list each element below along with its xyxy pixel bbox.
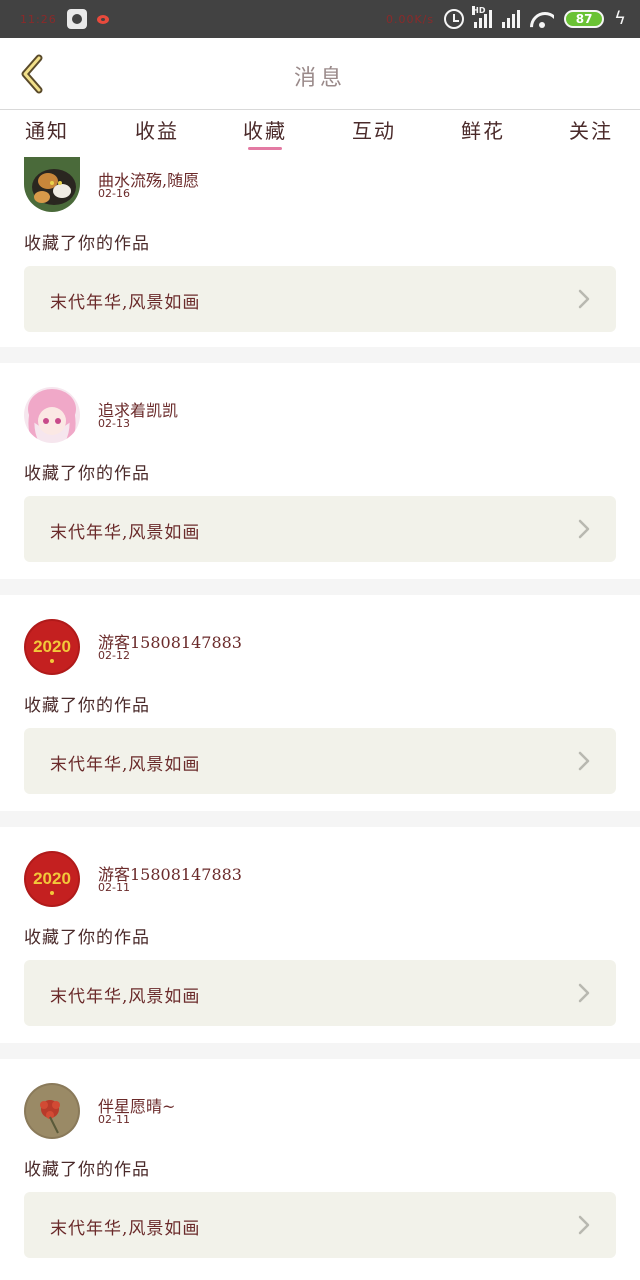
status-time: 11:26 xyxy=(20,12,57,26)
action-text: 收藏了你的作品 xyxy=(24,464,150,484)
signal-icon xyxy=(502,10,521,28)
action-text: 收藏了你的作品 xyxy=(24,928,150,948)
date: 02-13 xyxy=(98,417,130,430)
header: 消息 xyxy=(0,38,640,110)
chevron-right-icon xyxy=(578,519,590,539)
work-card[interactable]: 末代年华,风景如画 xyxy=(24,1192,616,1258)
work-card[interactable]: 末代年华,风景如画 xyxy=(24,728,616,794)
2020-avatar: 2020 xyxy=(24,851,80,907)
divider xyxy=(0,1043,640,1059)
weibo-icon xyxy=(96,13,113,25)
active-tab-indicator xyxy=(248,147,282,150)
flower-avatar xyxy=(24,1083,80,1139)
tab-label: 通知 xyxy=(25,119,69,143)
work-title: 末代年华,风景如画 xyxy=(50,1219,201,1239)
tab-notice[interactable]: 通知 xyxy=(12,111,82,157)
anime-girl-avatar xyxy=(24,387,80,443)
list-item: 2020 游客15808147883 02-12 收藏了你的作品 末代年华,风景… xyxy=(0,595,640,811)
message-list: 曲水流殇,随愿 02-16 收藏了你的作品 末代年华,风景如画 追求着凯凯 02… xyxy=(0,157,640,1275)
work-title: 末代年华,风景如画 xyxy=(50,293,201,313)
work-card[interactable]: 末代年华,风景如画 xyxy=(24,960,616,1026)
chevron-right-icon xyxy=(578,1215,590,1235)
tab-earnings[interactable]: 收益 xyxy=(122,111,192,157)
tab-interactions[interactable]: 互动 xyxy=(339,111,409,157)
date: 02-11 xyxy=(98,1113,130,1126)
charging-icon: ϟ xyxy=(614,8,626,29)
tab-bar: 通知 收益 收藏 互动 鲜花 关注 xyxy=(0,111,640,157)
avatar[interactable]: 2020 xyxy=(24,619,80,675)
list-item: 2020 游客15808147883 02-11 收藏了你的作品 末代年华,风景… xyxy=(0,827,640,1043)
svg-text:2020: 2020 xyxy=(33,869,71,888)
work-card[interactable]: 末代年华,风景如画 xyxy=(24,266,616,332)
wifi-icon xyxy=(530,10,554,28)
list-item: 追求着凯凯 02-13 收藏了你的作品 末代年华,风景如画 xyxy=(0,363,640,579)
cat-avatar xyxy=(24,157,80,212)
date: 02-16 xyxy=(98,187,130,200)
date: 02-12 xyxy=(98,649,130,662)
divider xyxy=(0,347,640,363)
list-item: 伴星愿晴~ 02-11 收藏了你的作品 末代年华,风景如画 xyxy=(0,1059,640,1275)
work-title: 末代年华,风景如画 xyxy=(50,755,201,775)
alarm-icon xyxy=(444,9,465,29)
tab-label: 关注 xyxy=(569,119,613,143)
2020-avatar: 2020 xyxy=(24,619,80,675)
chevron-right-icon xyxy=(578,983,590,1003)
hd-label: HD xyxy=(472,6,486,15)
work-title: 末代年华,风景如画 xyxy=(50,523,201,543)
page-title: 消息 xyxy=(293,66,346,91)
paw-app-icon xyxy=(66,9,87,29)
divider xyxy=(0,811,640,827)
signal-hd-icon: HD xyxy=(472,6,493,28)
tab-favorites[interactable]: 收藏 xyxy=(230,111,300,157)
tab-flowers[interactable]: 鲜花 xyxy=(448,111,518,157)
tab-label: 互动 xyxy=(352,119,396,143)
chevron-right-icon xyxy=(578,289,590,309)
status-bar: 11:26 0.00K/s HD 87 ϟ xyxy=(0,0,640,38)
tab-label: 收益 xyxy=(135,119,179,143)
avatar[interactable] xyxy=(24,387,80,443)
avatar[interactable] xyxy=(24,1083,80,1139)
chevron-right-icon xyxy=(578,751,590,771)
divider xyxy=(0,579,640,595)
action-text: 收藏了你的作品 xyxy=(24,1160,150,1180)
battery-icon: 87 xyxy=(564,10,605,28)
action-text: 收藏了你的作品 xyxy=(24,696,150,716)
date: 02-11 xyxy=(98,881,130,894)
battery-level: 87 xyxy=(575,12,593,26)
tab-label: 鲜花 xyxy=(461,119,505,143)
tab-label: 收藏 xyxy=(243,119,287,143)
work-card[interactable]: 末代年华,风景如画 xyxy=(24,496,616,562)
network-speed: 0.00K/s xyxy=(385,12,435,26)
tab-following[interactable]: 关注 xyxy=(556,111,626,157)
list-item: 曲水流殇,随愿 02-16 收藏了你的作品 末代年华,风景如画 xyxy=(0,157,640,347)
work-title: 末代年华,风景如画 xyxy=(50,987,201,1007)
svg-text:2020: 2020 xyxy=(33,637,71,656)
avatar[interactable]: 2020 xyxy=(24,851,80,907)
avatar[interactable] xyxy=(24,157,80,212)
action-text: 收藏了你的作品 xyxy=(24,234,150,254)
